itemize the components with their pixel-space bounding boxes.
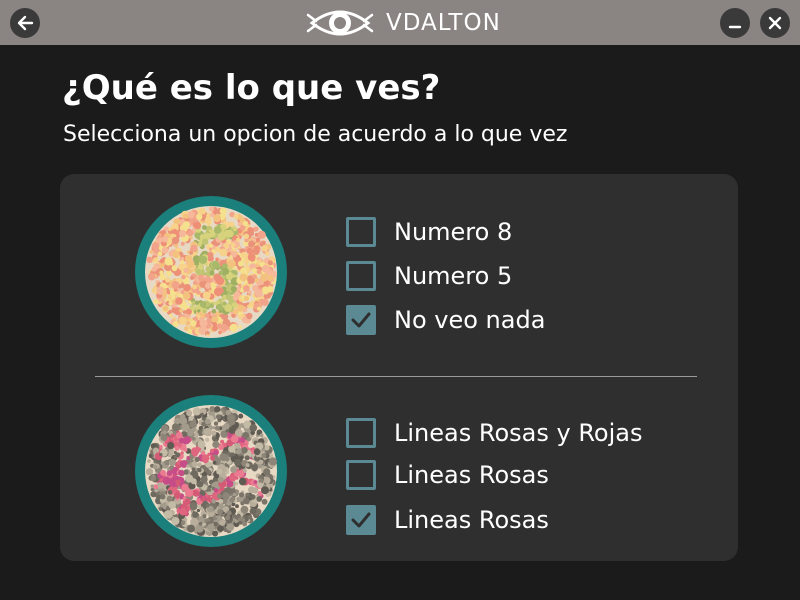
option-no-veo-nada[interactable]: No veo nada (346, 304, 545, 336)
checkmark-icon (351, 512, 371, 528)
minimize-icon (728, 25, 742, 29)
checkbox-checked[interactable] (346, 505, 376, 535)
option-label: Lineas Rosas y Rojas (394, 419, 643, 447)
checkbox[interactable] (346, 460, 376, 490)
option-label: Lineas Rosas (394, 506, 549, 534)
checkbox[interactable] (346, 261, 376, 291)
option-label: No veo nada (394, 306, 546, 334)
option-lineas-rosas[interactable]: Lineas Rosas (346, 504, 549, 536)
option-label: Numero 8 (394, 218, 513, 246)
checkbox[interactable] (346, 418, 376, 448)
option-lineas-rosas[interactable]: Lineas Rosas (346, 459, 549, 491)
title-bar: VDALTON (0, 0, 800, 45)
instruction-text: Selecciona un opcion de acuerdo a lo que… (63, 122, 568, 147)
checkmark-icon (351, 312, 371, 328)
ishihara-plate-icon (135, 196, 287, 348)
option-numero-5[interactable]: Numero 5 (346, 260, 512, 292)
page-title: ¿Qué es lo que ves? (62, 68, 441, 108)
checkbox[interactable] (346, 217, 376, 247)
app-title: VDALTON (386, 10, 501, 36)
app-brand: VDALTON (306, 4, 501, 42)
section-divider (95, 376, 697, 377)
checkbox-checked[interactable] (346, 305, 376, 335)
option-numero-8[interactable]: Numero 8 (346, 216, 512, 248)
back-arrow-icon (17, 15, 34, 31)
back-button[interactable] (10, 8, 40, 38)
minimize-button[interactable] (720, 8, 750, 38)
close-button[interactable] (760, 8, 790, 38)
eye-logo-icon (306, 10, 374, 36)
option-lineas-rosas-y-rojas[interactable]: Lineas Rosas y Rojas (346, 417, 642, 449)
test-card: Numero 8 Numero 5 No veo nada Lineas Ros… (60, 174, 738, 561)
option-label: Lineas Rosas (394, 461, 549, 489)
ishihara-plate-icon (135, 395, 287, 547)
option-label: Numero 5 (394, 262, 513, 290)
close-icon (768, 16, 782, 30)
